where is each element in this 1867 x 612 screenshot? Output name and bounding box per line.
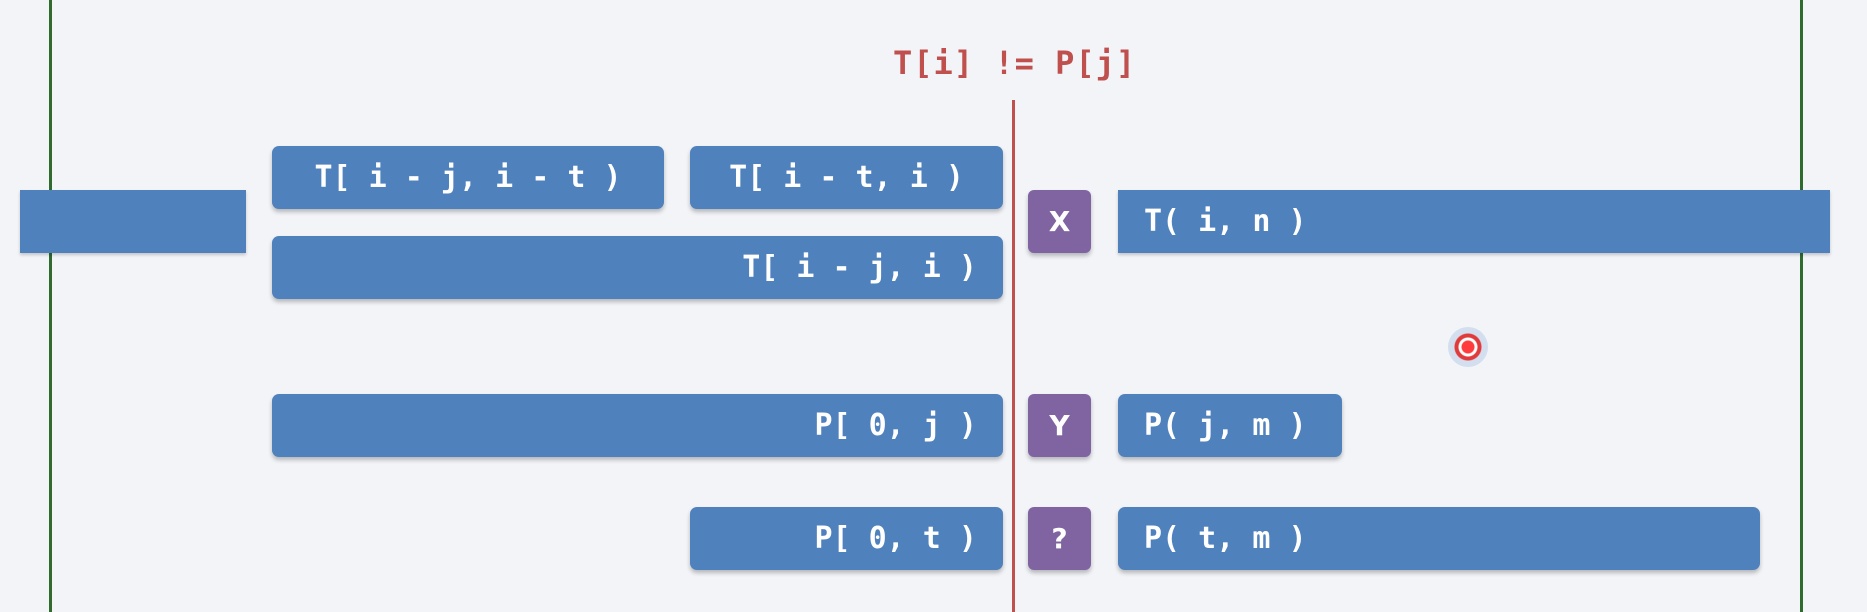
text-prefix-segment xyxy=(20,190,246,253)
segment-p-0-to-t: P[ 0, t ) xyxy=(690,507,1003,570)
segment-t-i-minus-j-to-i: T[ i - j, i ) xyxy=(272,236,1003,299)
mismatch-condition-heading: T[i] != P[j] xyxy=(893,44,1137,82)
marker-x: X xyxy=(1028,190,1091,253)
marker-question: ? xyxy=(1028,507,1091,570)
pointer-cursor-icon xyxy=(1448,327,1488,367)
segment-t-i-to-n: T( i, n ) xyxy=(1118,190,1830,253)
marker-y: Y xyxy=(1028,394,1091,457)
segment-p-0-to-j: P[ 0, j ) xyxy=(272,394,1003,457)
segment-p-j-to-m: P( j, m ) xyxy=(1118,394,1342,457)
mismatch-divider-line xyxy=(1012,100,1015,612)
segment-t-i-minus-t-to-i: T[ i - t, i ) xyxy=(690,146,1003,209)
segment-t-i-minus-j-to-i-minus-t: T[ i - j, i - t ) xyxy=(272,146,664,209)
frame-left-border xyxy=(49,0,52,612)
frame-right-border xyxy=(1800,0,1803,612)
segment-p-t-to-m: P( t, m ) xyxy=(1118,507,1760,570)
